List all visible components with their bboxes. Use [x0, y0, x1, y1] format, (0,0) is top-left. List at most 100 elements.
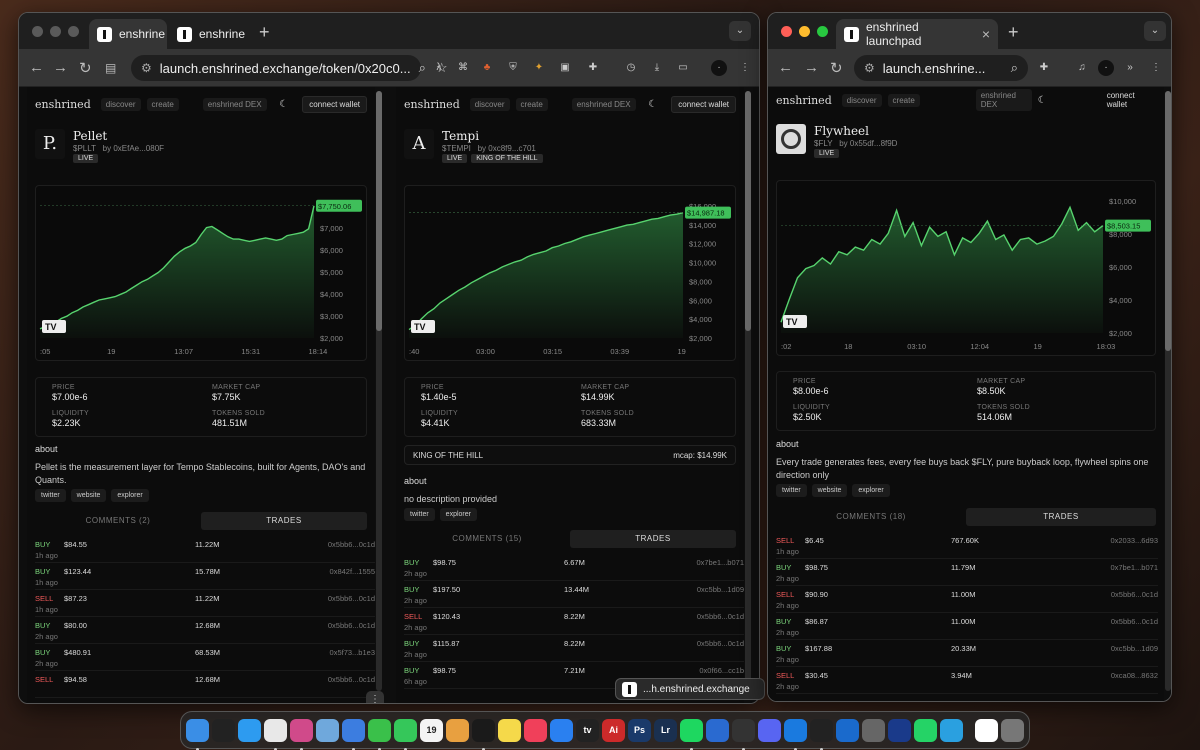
tab-search-chevron-icon[interactable]: ⌄ — [729, 21, 751, 41]
address-bar[interactable]: ⚙ launch.enshrine... ⌕ — [854, 55, 1028, 81]
dock-settings-icon[interactable] — [862, 718, 885, 742]
price-chart[interactable]: $10,000 $8,000 $6,000 $4,000 $2,000:02 18 03:1… — [776, 180, 1156, 356]
new-tab-button[interactable]: + — [1008, 22, 1019, 43]
dock-wifi-icon[interactable] — [706, 718, 729, 742]
connect-wallet-button[interactable]: connect wallet — [1101, 88, 1156, 112]
extension-b-icon[interactable]: ⌘ — [455, 60, 471, 76]
nav-dex[interactable]: enshrined DEX — [975, 89, 1032, 111]
site-info-icon[interactable]: ⚙ — [141, 61, 152, 75]
new-tab-button[interactable]: + — [259, 22, 270, 43]
dock-xcode-icon[interactable] — [784, 718, 807, 750]
trade-row[interactable]: BUY $98.75 11.79M 0x7be1...b071 2h ago — [776, 559, 1158, 586]
extensions-puzzle-icon[interactable]: ✚ — [1036, 60, 1052, 76]
token-creator[interactable]: by 0xc8f9...c701 — [478, 144, 536, 153]
minimize-button[interactable] — [799, 26, 810, 37]
tab-trades[interactable]: TRADES — [201, 512, 367, 530]
trade-address[interactable]: 0x0f66...cc1b — [699, 666, 744, 675]
token-creator[interactable]: by 0xEfAe...080F — [103, 144, 164, 153]
trade-address[interactable]: 0x5bb6...0c1d — [328, 621, 375, 630]
dock-chrome-icon[interactable] — [264, 718, 287, 750]
reload-icon[interactable]: ↻ — [79, 59, 92, 77]
dock-telegram-icon[interactable] — [940, 718, 963, 742]
zoom-icon[interactable]: ⌕ — [1011, 60, 1018, 76]
close-button[interactable] — [32, 26, 43, 37]
trade-address[interactable]: 0x5bb6...0c1d — [328, 540, 375, 549]
extensions-puzzle-icon[interactable]: ✚ — [585, 60, 601, 76]
brand-logo[interactable]: enshrined — [35, 98, 91, 111]
price-chart[interactable]: $8,000$7,000$6,000$5,000$4,000$3,000$2,0… — [35, 185, 367, 361]
download-icon[interactable]: ⤓ — [649, 60, 665, 76]
dock-lr-icon[interactable]: Lr — [654, 718, 677, 742]
connect-wallet-button[interactable]: connect wallet — [302, 95, 367, 113]
trade-address[interactable]: 0x5bb6...0c1d — [697, 639, 744, 648]
trade-row[interactable]: BUY $167.88 20.33M 0xc5bb...1d09 2h ago — [776, 640, 1158, 667]
dock-facetime-icon[interactable] — [394, 718, 417, 750]
dock-mail-icon[interactable] — [342, 718, 365, 750]
browser-tab-2[interactable]: enshrine — [169, 19, 249, 49]
nav-create[interactable]: create — [887, 93, 920, 107]
dock-safari-icon[interactable] — [238, 718, 261, 742]
site-info-icon[interactable]: ⚙ — [864, 61, 875, 75]
media-controls-icon[interactable]: ♫ — [1074, 60, 1090, 76]
nav-discover[interactable]: discover — [469, 97, 510, 111]
twitter-link[interactable]: twitter — [404, 508, 435, 521]
dock-notes-icon[interactable] — [498, 718, 521, 742]
extension-a-icon[interactable]: λ — [431, 60, 447, 76]
back-arrow-icon[interactable]: ← — [29, 59, 44, 76]
trade-row[interactable]: BUY $123.44 15.78M 0x842f...1555 1h ago — [35, 563, 375, 590]
trade-address[interactable]: 0x842f...1555 — [330, 567, 375, 576]
website-link[interactable]: website — [811, 484, 848, 497]
trade-address[interactable]: 0x5bb6...0c1d — [328, 594, 375, 603]
tab-trades[interactable]: TRADES — [966, 508, 1156, 526]
zoom-icon[interactable]: ⌕ — [419, 60, 426, 76]
trade-row[interactable]: SELL $120.43 8.22M 0x5bb6...0c1d 2h ago — [404, 608, 744, 635]
dock-spotify-icon[interactable] — [680, 718, 703, 750]
website-link[interactable]: website — [70, 489, 107, 502]
trade-address[interactable]: 0x5bb6...0c1d — [697, 612, 744, 621]
trade-row[interactable]: BUY $80.00 12.68M 0x5bb6...0c1d 2h ago — [35, 617, 375, 644]
dock-ai-icon[interactable]: Ai — [602, 718, 625, 742]
dock-app-store-icon[interactable] — [550, 718, 573, 742]
dock-terminal-icon[interactable] — [810, 718, 833, 750]
tab-comments[interactable]: COMMENTS (15) — [404, 530, 570, 548]
address-bar[interactable]: ⚙ launch.enshrined.exchange/token/0x20c0… — [131, 55, 448, 81]
trade-row[interactable]: BUY $115.87 8.22M 0x5bb6...0c1d 2h ago — [404, 635, 744, 662]
trade-address[interactable]: 0x7be1...b071 — [1110, 563, 1158, 572]
scrollbar[interactable] — [376, 91, 382, 691]
theme-moon-icon[interactable]: ☾ — [1038, 95, 1047, 106]
history-icon[interactable]: ◷ — [623, 60, 639, 76]
price-chart[interactable]: $16,000 $14,000 $12,000 $10,000 $8,000 $6,000… — [404, 185, 736, 361]
trade-address[interactable]: 0xc5bb...1d09 — [697, 585, 744, 594]
dock-discord-icon[interactable] — [758, 718, 781, 742]
explorer-link[interactable]: explorer — [852, 484, 890, 497]
trade-row[interactable]: SELL $6.45 767.60K 0x2033...6d93 1h ago — [776, 532, 1158, 559]
scrollbar[interactable] — [745, 91, 751, 691]
trade-address[interactable]: 0x5bb6...0c1d — [1111, 590, 1158, 599]
dock-ps-icon[interactable]: Ps — [628, 718, 651, 742]
dock-prime-icon[interactable] — [888, 718, 911, 742]
minimize-button[interactable] — [50, 26, 61, 37]
tab-comments[interactable]: COMMENTS (2) — [35, 512, 201, 530]
dock-chatgpt-icon[interactable] — [472, 718, 495, 750]
trade-row[interactable]: BUY $197.50 13.44M 0xc5bb...1d09 2h ago — [404, 581, 744, 608]
detached-tab[interactable]: ...h.enshrined.exchange — [615, 678, 765, 700]
nav-discover[interactable]: discover — [841, 93, 882, 107]
trade-row[interactable]: BUY $86.87 11.00M 0x5bb6...0c1d 2h ago — [776, 613, 1158, 640]
token-creator[interactable]: by 0x55df...8f9D — [839, 139, 897, 148]
brand-logo[interactable]: enshrined — [404, 98, 460, 111]
twitter-link[interactable]: twitter — [776, 484, 807, 497]
trade-row[interactable]: BUY $84.55 11.22M 0x5bb6...0c1d 1h ago — [35, 536, 375, 563]
scrollbar[interactable] — [1165, 91, 1171, 691]
dock-whatsapp-icon[interactable] — [914, 718, 937, 742]
back-arrow-icon[interactable]: ← — [778, 59, 793, 76]
dock-music-icon[interactable] — [524, 718, 547, 742]
dock-davinci-icon[interactable] — [732, 718, 755, 750]
trade-row[interactable]: BUY $480.91 68.53M 0x5f73...b1e3 2h ago — [35, 644, 375, 671]
reload-icon[interactable]: ↻ — [830, 59, 843, 77]
forward-arrow-icon[interactable]: → — [804, 59, 819, 76]
browser-tab-1[interactable]: enshrine — [89, 19, 167, 49]
nav-dex[interactable]: enshrined DEX — [202, 97, 267, 111]
theme-moon-icon[interactable]: ☾ — [648, 99, 657, 110]
trade-address[interactable]: 0x7be1...b071 — [696, 558, 744, 567]
trade-row[interactable]: BUY $98.75 6.67M 0x7be1...b071 2h ago — [404, 554, 744, 581]
